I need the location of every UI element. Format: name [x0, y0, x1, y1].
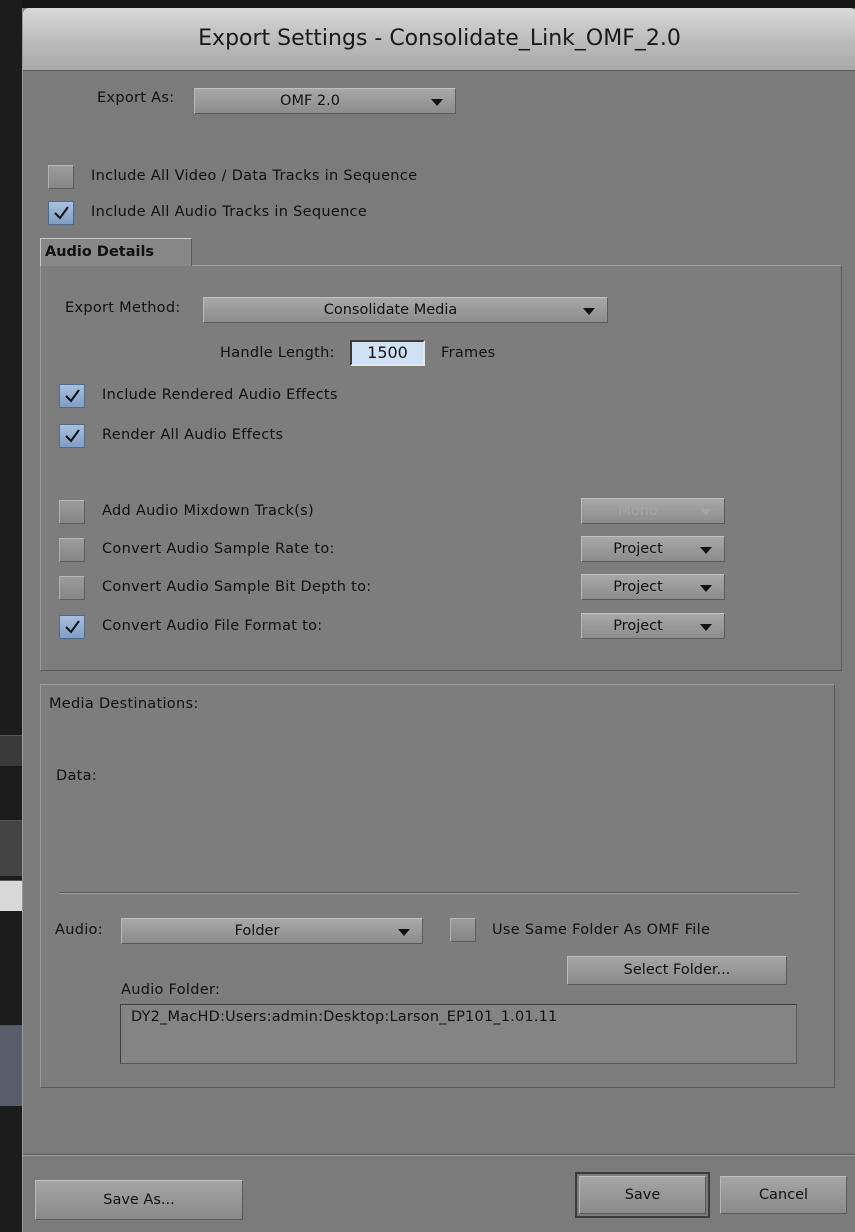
file-format-dropdown[interactable]: Project — [581, 613, 725, 639]
check-icon — [65, 389, 80, 403]
background-cell — [0, 1025, 22, 1106]
chevron-down-icon — [700, 624, 712, 631]
handle-length-label: Handle Length: — [220, 345, 335, 361]
same-folder-checkbox[interactable] — [450, 918, 476, 942]
export-settings-dialog: Export Settings - Consolidate_Link_OMF_2… — [22, 8, 855, 1232]
tab-audio-details[interactable]: Audio Details — [40, 238, 192, 266]
handle-length-input[interactable]: 1500 — [350, 340, 425, 366]
render-all-checkbox[interactable] — [59, 424, 85, 448]
include-rendered-checkbox[interactable] — [59, 384, 85, 408]
data-label: Data: — [56, 768, 98, 784]
file-format-value: Project — [613, 618, 663, 634]
export-as-dropdown[interactable]: OMF 2.0 — [194, 88, 456, 114]
render-all-label: Render All Audio Effects — [102, 427, 284, 443]
mixdown-dropdown[interactable]: Mono — [581, 498, 725, 524]
check-icon — [65, 429, 80, 443]
audio-details-panel — [40, 265, 842, 671]
include-rendered-label: Include Rendered Audio Effects — [102, 387, 338, 403]
media-destinations-heading: Media Destinations: — [49, 696, 199, 712]
export-method-dropdown[interactable]: Consolidate Media — [203, 297, 608, 323]
sample-rate-value: Project — [613, 541, 663, 557]
footer-separator — [23, 1154, 855, 1156]
bit-depth-checkbox[interactable] — [59, 576, 85, 600]
audio-folder-path[interactable]: DY2_MacHD:Users:admin:Desktop:Larson_EP1… — [120, 1004, 797, 1064]
audio-folder-label: Audio Folder: — [121, 982, 221, 998]
cancel-button[interactable]: Cancel — [720, 1176, 847, 1214]
include-video-label: Include All Video / Data Tracks in Seque… — [91, 168, 418, 184]
bit-depth-label: Convert Audio Sample Bit Depth to: — [102, 579, 372, 595]
chevron-down-icon — [431, 99, 443, 106]
export-method-label: Export Method: — [65, 300, 181, 316]
chevron-down-icon — [398, 929, 410, 936]
include-video-checkbox[interactable] — [48, 165, 74, 189]
file-format-label: Convert Audio File Format to: — [102, 618, 323, 634]
export-as-value: OMF 2.0 — [280, 93, 340, 109]
audio-destination-dropdown[interactable]: Folder — [121, 918, 423, 944]
export-as-label: Export As: — [97, 90, 175, 106]
mixdown-value: Mono — [618, 503, 658, 519]
chevron-down-icon — [700, 547, 712, 554]
bit-depth-value: Project — [613, 579, 663, 595]
audio-destination-label: Audio: — [55, 922, 103, 938]
dialog-title[interactable]: Export Settings - Consolidate_Link_OMF_2… — [23, 8, 855, 71]
file-format-checkbox[interactable] — [59, 615, 85, 639]
mixdown-label: Add Audio Mixdown Track(s) — [102, 503, 314, 519]
include-audio-checkbox[interactable] — [48, 201, 74, 225]
chevron-down-icon — [583, 308, 595, 315]
media-separator — [59, 892, 799, 894]
sample-rate-dropdown[interactable]: Project — [581, 536, 725, 562]
select-folder-button[interactable]: Select Folder... — [567, 956, 787, 985]
background-cell — [0, 880, 22, 911]
background-cell — [0, 820, 22, 876]
save-button[interactable]: Save — [575, 1172, 710, 1218]
sample-rate-label: Convert Audio Sample Rate to: — [102, 541, 335, 557]
handle-length-unit: Frames — [441, 345, 496, 361]
chevron-down-icon — [700, 509, 712, 516]
include-audio-label: Include All Audio Tracks in Sequence — [91, 204, 368, 220]
check-icon — [54, 206, 69, 220]
export-method-value: Consolidate Media — [323, 302, 458, 318]
audio-destination-value: Folder — [234, 923, 280, 939]
sample-rate-checkbox[interactable] — [59, 538, 85, 562]
background-cell — [0, 735, 22, 766]
same-folder-label: Use Same Folder As OMF File — [492, 922, 711, 938]
save-as-button[interactable]: Save As... — [35, 1180, 243, 1220]
mixdown-checkbox[interactable] — [59, 500, 85, 524]
chevron-down-icon — [700, 585, 712, 592]
check-icon — [65, 620, 80, 634]
bit-depth-dropdown[interactable]: Project — [581, 574, 725, 600]
